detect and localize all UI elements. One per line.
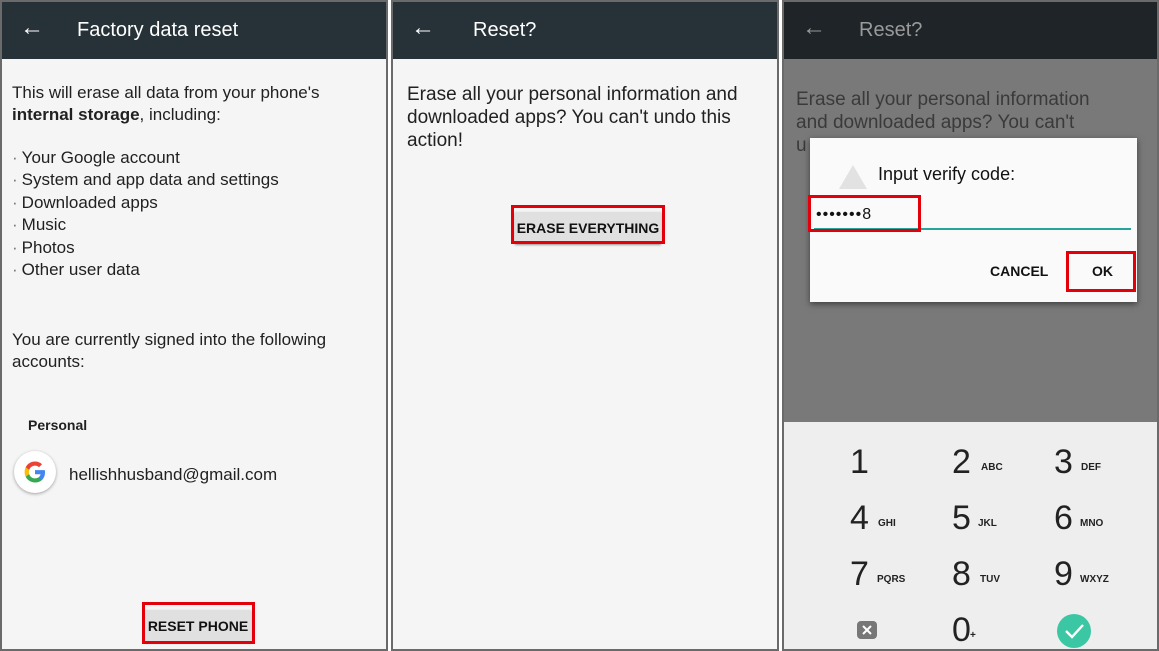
dialog-title: Input verify code: [878,164,1016,184]
key-2[interactable]: 2 ABC [952,442,1062,492]
highlight-box [142,602,255,644]
verify-code-screen: ← Reset? Erase all your personal informa… [782,0,1159,651]
account-section-label: Personal [28,417,88,433]
account-email: hellishhusband@gmail.com [69,465,278,484]
backspace-icon[interactable] [856,610,896,649]
app-bar: ← Factory data reset [2,2,386,59]
highlight-box [511,205,665,244]
reset-confirm-screen: ← Reset? Erase all your personal informa… [391,0,779,651]
key-7[interactable]: 7 PQRS [850,554,960,604]
screen-title: Factory data reset [77,19,239,41]
back-arrow-icon: ← [802,14,826,41]
key-6[interactable]: 6 MNO [1054,498,1157,548]
highlight-box [1066,251,1136,292]
list-item: Photos [12,237,279,259]
cancel-button[interactable]: CANCEL [990,263,1048,279]
key-0[interactable]: 0 + [952,610,1062,649]
key-9[interactable]: 9 WXYZ [1054,554,1157,604]
app-bar: ← Reset? [393,2,777,59]
list-item: System and app data and settings [12,169,279,191]
key-1[interactable]: 1 [850,442,960,492]
back-arrow-icon[interactable]: ← [411,16,435,40]
reset-description: This will erase all data from your phone… [12,83,320,124]
list-item: Downloaded apps [12,192,279,214]
background-text-line: Erase all your personal information [796,89,1090,110]
list-item: Your Google account [12,147,279,169]
check-circle-icon[interactable] [1056,610,1096,649]
warning-icon [838,164,868,195]
signed-in-text: You are currently signed into the follow… [12,330,327,371]
screen-title: Reset? [859,19,923,41]
highlight-box [808,195,921,232]
screen-title: Reset? [473,19,537,41]
key-8[interactable]: 8 TUV [952,554,1062,604]
background-text-line: u [796,135,807,156]
key-5[interactable]: 5 JKL [952,498,1062,548]
app-bar: ← Reset? [784,2,1157,59]
factory-reset-screen: ← Factory data reset This will erase all… [0,0,388,651]
google-logo-icon [14,451,56,493]
key-4[interactable]: 4 GHI [850,498,960,548]
confirm-message: Erase all your personal information and … [407,84,738,151]
erase-items-list: Your Google account System and app data … [12,147,279,281]
background-text-line: and downloaded apps? You can't [796,112,1075,133]
numeric-keypad: 1 2 ABC 3 DEF 4 GHI 5 JKL 6 MNO 7 PQRS 8 TUV 9W… [784,422,1157,649]
key-3[interactable]: 3 DEF [1054,442,1157,492]
back-arrow-icon[interactable]: ← [20,16,44,40]
list-item: Other user data [12,259,279,281]
list-item: Music [12,214,279,236]
